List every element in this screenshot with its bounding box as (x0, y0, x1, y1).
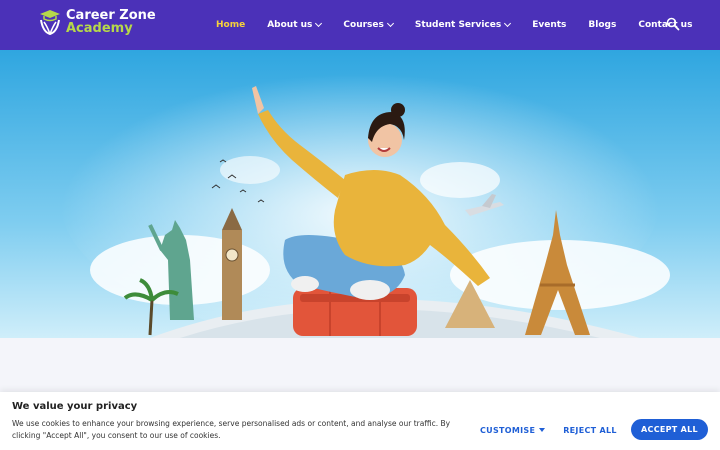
nav-blogs-label: Blogs (588, 20, 617, 30)
reject-all-button[interactable]: REJECT ALL (558, 420, 622, 440)
nav-blogs[interactable]: Blogs (588, 20, 616, 30)
customise-label: CUSTOMISE (480, 425, 536, 435)
content-area (0, 338, 720, 392)
search-icon[interactable] (666, 17, 680, 31)
accept-all-button[interactable]: ACCEPT ALL (631, 419, 708, 440)
nav-student-services[interactable]: Student Services (414, 19, 512, 30)
cookie-title: We value your privacy (12, 401, 138, 412)
chevron-down-icon (386, 19, 394, 28)
cookie-description: We use cookies to enhance your browsing … (12, 419, 451, 440)
nav-about-us-label: About us (267, 20, 313, 30)
nav-events[interactable]: Events (532, 20, 566, 30)
main-nav: Home About us Courses Student Services E… (216, 0, 714, 50)
nav-student-services-label: Student Services (414, 20, 502, 30)
nav-home[interactable]: Home (216, 20, 245, 30)
nav-courses[interactable]: Courses (343, 19, 394, 30)
site-header: Career Zone Academy Home About us Course… (0, 0, 720, 50)
logo-icon (40, 10, 60, 36)
caret-down-icon (539, 428, 546, 432)
hero-banner (0, 50, 720, 338)
hero-image (0, 50, 720, 338)
nav-events-label: Events (532, 20, 567, 30)
logo[interactable]: Career Zone Academy (38, 8, 156, 36)
nav-home-label: Home (216, 20, 246, 30)
chevron-down-icon (504, 19, 512, 28)
chevron-down-icon (315, 19, 323, 28)
nav-about-us[interactable]: About us (267, 19, 323, 30)
brand-name-line2: Academy (66, 21, 133, 36)
customise-button[interactable]: CUSTOMISE (480, 420, 546, 440)
nav-courses-label: Courses (343, 20, 384, 30)
